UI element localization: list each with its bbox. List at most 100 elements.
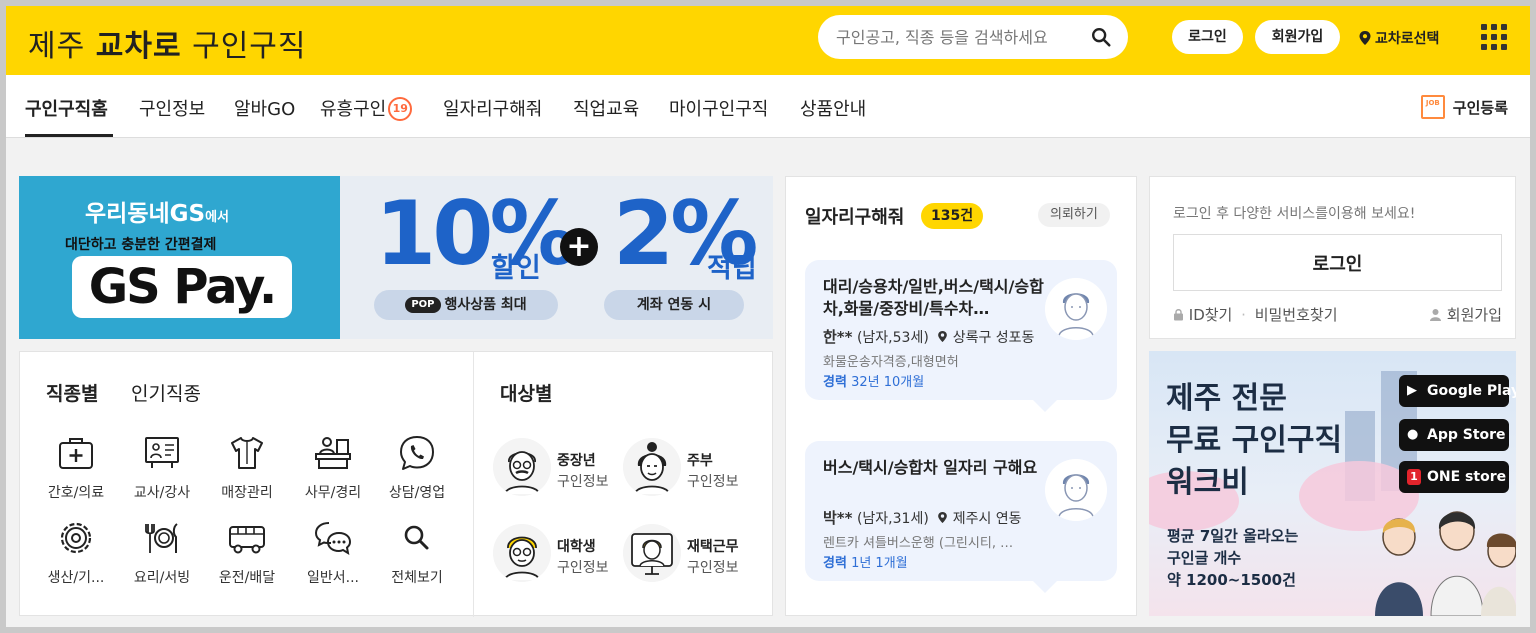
user-icon — [1430, 309, 1442, 321]
plate-utensils-icon — [145, 523, 178, 553]
gs-pay-panel: 우리동네GS에서 대단하고 충분한 간편결제 GS Pay. — [19, 176, 340, 339]
logo-prefix: 제주 — [28, 29, 86, 64]
banner-brand: 우리동네GS에서 — [85, 201, 230, 227]
shirt-icon — [231, 437, 263, 469]
find-password-link[interactable]: 비밀번호찾기 — [1255, 306, 1338, 324]
category-panel: 직종별 인기직종 간호/의료 교사/강사 매장관리 사무/경리 상담/영업 생산… — [19, 351, 773, 617]
ad-line-3: 워크비 — [1166, 465, 1249, 500]
login-hint: 로그인 후 다양한 서비스를이용해 보세요! — [1173, 206, 1416, 222]
category-counseling-sales[interactable]: 상담/영업 — [377, 434, 457, 502]
promo-banner[interactable]: 우리동네GS에서 대단하고 충분한 간편결제 GS Pay. 10% 할인 + … — [19, 176, 773, 339]
tab-popular-occupation[interactable]: 인기직종 — [131, 379, 201, 406]
characters-illustration — [1375, 511, 1516, 616]
target-college-student[interactable]: 대학생 구인정보 — [493, 524, 623, 584]
location-pin-icon — [938, 512, 948, 523]
college-student-icon — [493, 524, 551, 582]
join-button[interactable]: 회원가입 — [1255, 20, 1340, 54]
phone-chat-icon — [400, 436, 434, 470]
category-view-all[interactable]: 전체보기 — [377, 519, 457, 587]
app-store-badge[interactable]: ● App Store — [1399, 419, 1509, 451]
workbee-ad[interactable]: 제주 전문 무료 구인구직 워크비 평균 7일간 올라오는 구인글 개수 약 1… — [1149, 351, 1516, 616]
login-panel: 로그인 후 다양한 서비스를이용해 보세요! 로그인 ID찾기 · 비밀번호찾기… — [1149, 176, 1516, 339]
remote-worker-icon — [623, 524, 681, 582]
main-nav: 구인구직홈 구인정보 알바GO 유흥구인 19 일자리구해줘 직업교육 마이구인구… — [6, 75, 1530, 138]
medical-kit-icon — [59, 438, 93, 469]
request-button[interactable]: 의뢰하기 — [1038, 203, 1110, 227]
panel-join-link[interactable]: 회원가입 — [1429, 304, 1502, 325]
ad-sub-1: 평균 7일간 올라오는 — [1167, 527, 1299, 545]
apple-icon: ● — [1407, 427, 1419, 442]
register-job-button[interactable]: JOB 구인등록 — [1420, 95, 1508, 119]
seeker-headline: 대리/승용차/일반,버스/택시/승합차,화물/중장비/특수차… — [823, 277, 1044, 318]
gs-pay-logo: GS Pay. — [72, 256, 292, 318]
discount-unit: 할인 — [491, 253, 541, 284]
job-seeker-card[interactable]: 대리/승용차/일반,버스/택시/승합차,화물/중장비/특수차… 한** (남자,… — [805, 260, 1117, 412]
seeker-experience: 경력 1년 1개월 — [823, 556, 908, 571]
nav-job-training[interactable]: 직업교육 — [573, 95, 639, 121]
job-seekers-count-badge: 135건 — [921, 203, 984, 229]
location-pin-icon — [1359, 31, 1371, 45]
banner-tag-account: 계좌 연동 시 — [604, 290, 744, 320]
seeker-person: 박** (남자,31세) 제주시 연동 — [823, 509, 1022, 527]
logo-brand: 교차로 — [95, 29, 182, 64]
nav-find-job-for-me[interactable]: 일자리구해줘 — [443, 95, 542, 121]
target-housewife[interactable]: 주부 구인정보 — [623, 438, 753, 498]
seeker-person: 한** (남자,53세) 상록구 성포동 — [823, 328, 1035, 346]
banner-subline: 대단하고 충분한 간편결제 — [65, 237, 217, 253]
find-id-link[interactable]: ID찾기 — [1173, 306, 1237, 324]
nav-my-page[interactable]: 마이구인구직 — [669, 95, 768, 121]
nav-home[interactable]: 구인구직홈 — [25, 95, 108, 121]
panel-divider — [473, 352, 474, 617]
region-select-label: 교차로선택 — [1375, 31, 1440, 47]
search-input[interactable] — [836, 25, 1086, 49]
category-driving-delivery[interactable]: 운전/배달 — [207, 519, 287, 587]
page-frame: 제주 교차로 구인구직 로그인 회원가입 교차로선택 구인구직홈 구인정보 — [6, 6, 1530, 627]
login-button[interactable]: 로그인 — [1172, 20, 1243, 54]
panel-login-button[interactable]: 로그인 — [1173, 234, 1502, 291]
target-middle-aged[interactable]: 중장년 구인정보 — [493, 438, 623, 498]
plus-icon: + — [560, 228, 598, 266]
all-menu-grid-icon[interactable] — [1481, 24, 1507, 50]
google-play-badge[interactable]: ▶ Google Play — [1399, 375, 1516, 407]
discount-value: 10% — [375, 182, 578, 285]
google-play-icon: ▶ — [1407, 383, 1417, 398]
target-section-title: 대상별 — [500, 383, 553, 405]
nav-entertainment-jobs[interactable]: 유흥구인 19 — [320, 95, 413, 122]
banner-tag-event: POP 행사상품 최대 — [374, 290, 558, 320]
category-general-service[interactable]: 일반서... — [293, 519, 373, 587]
seeker-certificates: 렌트카 셔틀버스운행 (그린시티, … — [823, 536, 1014, 551]
category-production[interactable]: 생산/기... — [36, 519, 116, 587]
housewife-icon — [623, 438, 681, 496]
nav-job-info[interactable]: 구인정보 — [139, 95, 205, 121]
reward-unit: 적립 — [707, 253, 757, 284]
search-icon[interactable] — [1090, 26, 1112, 48]
target-remote-work[interactable]: 재택근무 구인정보 — [623, 524, 753, 584]
job-register-icon: JOB — [1420, 95, 1445, 119]
blackboard-icon — [145, 437, 179, 468]
category-nursing-medical[interactable]: 간호/의료 — [36, 434, 116, 502]
category-teacher-instructor[interactable]: 교사/강사 — [122, 434, 202, 502]
ad-sub-3: 약 1200~1500건 — [1167, 571, 1296, 589]
logo-suffix: 구인구직 — [192, 29, 307, 64]
tab-by-occupation[interactable]: 직종별 — [43, 379, 101, 406]
pop-badge: POP — [405, 297, 441, 313]
one-store-badge[interactable]: 1 ONE store — [1399, 461, 1509, 493]
category-store-management[interactable]: 매장관리 — [207, 434, 287, 502]
site-logo[interactable]: 제주 교차로 구인구직 — [28, 21, 307, 65]
region-select[interactable]: 교차로선택 — [1358, 28, 1439, 48]
category-cooking-serving[interactable]: 요리/서빙 — [122, 519, 202, 587]
one-store-icon: 1 — [1407, 469, 1421, 485]
job-seekers-panel: 일자리구해줘 135건 의뢰하기 대리/승용차/일반,버스/택시/승합차,화물/… — [785, 176, 1137, 616]
register-job-label: 구인등록 — [1452, 98, 1508, 117]
nav-alba-go[interactable]: 알바GO — [234, 95, 295, 121]
nav-product-info[interactable]: 상품안내 — [800, 95, 866, 121]
gear-icon — [60, 522, 92, 554]
category-office-accounting[interactable]: 사무/경리 — [293, 434, 373, 502]
search-box — [818, 15, 1128, 59]
office-desk-icon — [315, 437, 351, 469]
job-seeker-card[interactable]: 버스/택시/승합차 일자리 구해요 박** (남자,31세) 제주시 연동 렌트… — [805, 441, 1117, 593]
male-avatar-icon — [1045, 459, 1107, 521]
adult-19-badge: 19 — [388, 97, 413, 121]
bus-icon — [229, 526, 265, 554]
male-avatar-icon — [1045, 278, 1107, 340]
